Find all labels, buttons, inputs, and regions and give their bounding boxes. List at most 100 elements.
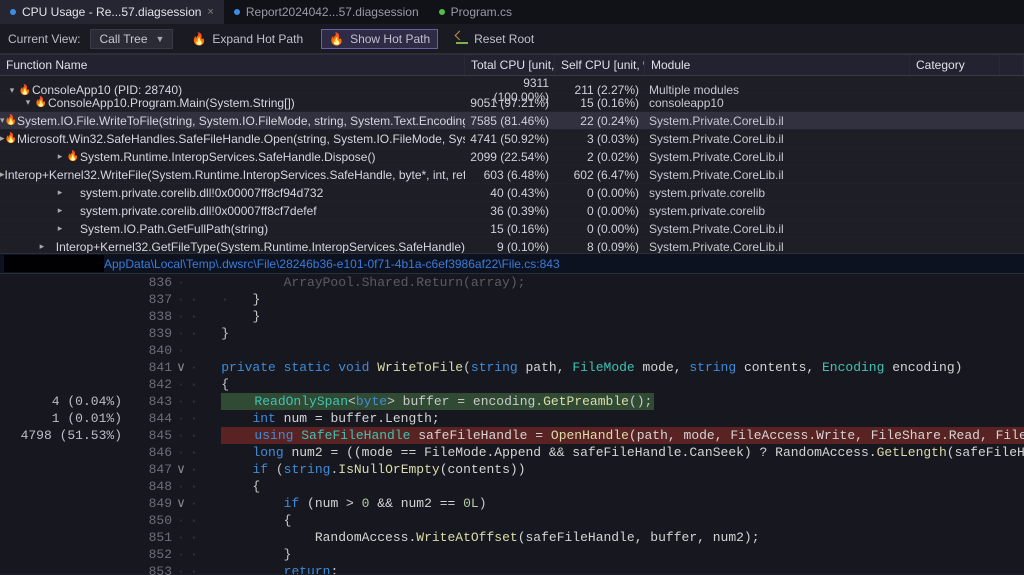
line-number: 841	[130, 359, 172, 376]
tab-program-cs[interactable]: Program.cs	[429, 0, 522, 24]
cpu-stat	[14, 444, 122, 461]
function-name-text: Interop+Kernel32.WriteFile(System.Runtim…	[5, 168, 465, 182]
cpu-stat: 4 (0.04%)	[14, 393, 122, 410]
module-cell: System.Private.CoreLib.il	[645, 150, 910, 164]
fold-gutter[interactable]: ·····∨·····∨·∨·········	[172, 274, 190, 574]
col-module[interactable]: Module	[645, 55, 910, 75]
close-icon[interactable]: ×	[207, 6, 213, 18]
tab-report[interactable]: Report2024042...57.diagsession	[224, 0, 429, 24]
cpu-stat	[14, 325, 122, 342]
fold-guide: ·	[172, 478, 190, 495]
fold-toggle-icon[interactable]: ∨	[172, 495, 190, 512]
current-view-value: Call Tree	[99, 32, 147, 46]
total-cpu-cell: 36 (0.39%)	[465, 204, 555, 218]
code-line[interactable]: · if (string.IsNullOrEmpty(contents))	[190, 461, 1024, 478]
module-cell: system.private.corelib	[645, 186, 910, 200]
expand-hot-path-button[interactable]: 🔥 Expand Hot Path	[183, 29, 311, 49]
reset-root-button[interactable]: Reset Root	[448, 29, 542, 49]
tree-expander-icon[interactable]: ▾	[22, 97, 34, 108]
button-label: Show Hot Path	[350, 32, 430, 46]
tab-label: Report2024042...57.diagsession	[246, 5, 419, 19]
code-line[interactable]: · int num = buffer.Length;	[190, 410, 1024, 427]
code-line[interactable]: · long num2 = ((mode == FileMode.Append …	[190, 444, 1024, 461]
col-label: Total CPU [unit, %]	[471, 58, 555, 72]
fold-guide: ·	[172, 376, 190, 393]
call-tree-row[interactable]: ▸Interop+Kernel32.WriteFile(System.Runti…	[0, 166, 1024, 184]
fold-toggle-icon[interactable]: ∨	[172, 359, 190, 376]
cpu-stat	[14, 529, 122, 546]
col-total-cpu[interactable]: Total CPU [unit, %]▼	[465, 55, 555, 75]
fold-guide: ·	[172, 325, 190, 342]
call-tree-row[interactable]: ▸ System.IO.Path.GetFullPath(string) 15 (0…	[0, 220, 1024, 238]
line-number: 852	[130, 546, 172, 563]
call-tree-row[interactable]: ▾🔥System.IO.File.WriteToFile(string, Sys…	[0, 112, 1024, 130]
total-cpu-cell: 603 (6.48%)	[465, 168, 555, 182]
code-line[interactable]: · if (num > 0 && num2 == 0L)	[190, 495, 1024, 512]
line-number: 843	[130, 393, 172, 410]
col-category[interactable]: Category	[910, 55, 1000, 75]
cpu-stat	[14, 376, 122, 393]
tab-dot-icon	[234, 9, 240, 15]
call-tree[interactable]: ▾🔥ConsoleApp10 (PID: 28740)9311 (100.00%…	[0, 76, 1024, 253]
code-line[interactable]: · {	[190, 376, 1024, 393]
tab-cpu-usage[interactable]: CPU Usage - Re...57.diagsession ×	[0, 0, 224, 24]
code-line[interactable]	[190, 342, 1024, 359]
call-tree-row[interactable]: ▾🔥ConsoleApp10.Program.Main(System.Strin…	[0, 94, 1024, 112]
tree-expander-icon[interactable]: ▸	[38, 241, 46, 252]
total-cpu-cell: 4741 (50.92%)	[465, 132, 555, 146]
code-line[interactable]: · {	[190, 512, 1024, 529]
code-line[interactable]: · }	[190, 325, 1024, 342]
code-line[interactable]: · · }	[190, 291, 1024, 308]
code-line[interactable]: ArrayPool.Shared.Return(array);	[190, 274, 1024, 291]
show-hot-path-button[interactable]: 🔥 Show Hot Path	[321, 29, 438, 49]
tree-expander-icon[interactable]: ▸	[54, 151, 66, 162]
tree-expander-icon[interactable]: ▾	[6, 85, 18, 96]
call-tree-row[interactable]: ▸ system.private.corelib.dll!0x00007ff8cf…	[0, 184, 1024, 202]
code-line[interactable]: · return;	[190, 563, 1024, 574]
tree-expander-icon[interactable]: ▸	[54, 223, 66, 234]
code-line[interactable]: · private static void WriteToFile(string…	[190, 359, 1024, 376]
code-line[interactable]: · {	[190, 478, 1024, 495]
line-number: 844	[130, 410, 172, 427]
tree-expander-icon[interactable]: ▸	[54, 187, 66, 198]
call-tree-row[interactable]: ▸🔥System.Runtime.InteropServices.SafeHan…	[0, 148, 1024, 166]
current-view-select[interactable]: Call Tree ▼	[90, 29, 173, 49]
fold-guide: ·	[172, 444, 190, 461]
fold-guide: ·	[172, 529, 190, 546]
tab-dot-icon	[10, 9, 16, 15]
code-line[interactable]: · }	[190, 308, 1024, 325]
code-line[interactable]: · RandomAccess.WriteAtOffset(safeFileHan…	[190, 529, 1024, 546]
call-tree-row[interactable]: ▸ Interop+Kernel32.GetFileType(System.Run…	[0, 238, 1024, 253]
code-line[interactable]: · using SafeFileHandle safeFileHandle = …	[190, 427, 1024, 444]
function-name-text: system.private.corelib.dll!0x00007ff8cf9…	[80, 186, 323, 200]
flame-icon: 🔥	[5, 133, 17, 144]
fold-toggle-icon[interactable]: ∨	[172, 461, 190, 478]
total-cpu-cell: 15 (0.16%)	[465, 222, 555, 236]
code-line[interactable]: · ReadOnlySpan<byte> buffer = encoding.G…	[190, 393, 1024, 410]
function-name-text: Interop+Kernel32.GetFileType(System.Runt…	[56, 240, 465, 254]
breakpoint-gutter[interactable]	[0, 274, 14, 574]
call-tree-row[interactable]: ▾🔥ConsoleApp10 (PID: 28740)9311 (100.00%…	[0, 76, 1024, 94]
cpu-stat	[14, 563, 122, 575]
col-function-name[interactable]: Function Name	[0, 55, 465, 75]
source-code-view[interactable]: 4 (0.04%)1 (0.01%)4798 (51.53%)4 (0.04%)…	[0, 274, 1024, 574]
cpu-stat	[14, 495, 122, 512]
col-self-cpu[interactable]: Self CPU [unit, %]	[555, 55, 645, 75]
function-name-text: System.IO.Path.GetFullPath(string)	[80, 222, 268, 236]
fold-guide: ·	[172, 546, 190, 563]
fold-guide: ·	[172, 427, 190, 444]
fold-guide: ·	[172, 308, 190, 325]
col-spacer	[1000, 55, 1024, 75]
function-name-text: ConsoleApp10.Program.Main(System.String[…	[48, 96, 295, 110]
source-path[interactable]: AppData\Local\Temp\.dwsrc\File\28246b36-…	[104, 257, 560, 271]
call-tree-row[interactable]: ▸🔥Microsoft.Win32.SafeHandles.SafeFileHa…	[0, 130, 1024, 148]
line-number: 839	[130, 325, 172, 342]
code-line[interactable]: · }	[190, 546, 1024, 563]
call-tree-row[interactable]: ▸system.private.corelib.dll!0x00007ff8cf…	[0, 202, 1024, 220]
cpu-stat	[14, 478, 122, 495]
fold-guide: ·	[172, 512, 190, 529]
code-content[interactable]: ArrayPool.Shared.Return(array);· · }· }·…	[190, 274, 1024, 574]
tree-expander-icon[interactable]: ▸	[54, 205, 66, 216]
function-name-text: System.Runtime.InteropServices.SafeHandl…	[80, 150, 375, 164]
line-number: 851	[130, 529, 172, 546]
